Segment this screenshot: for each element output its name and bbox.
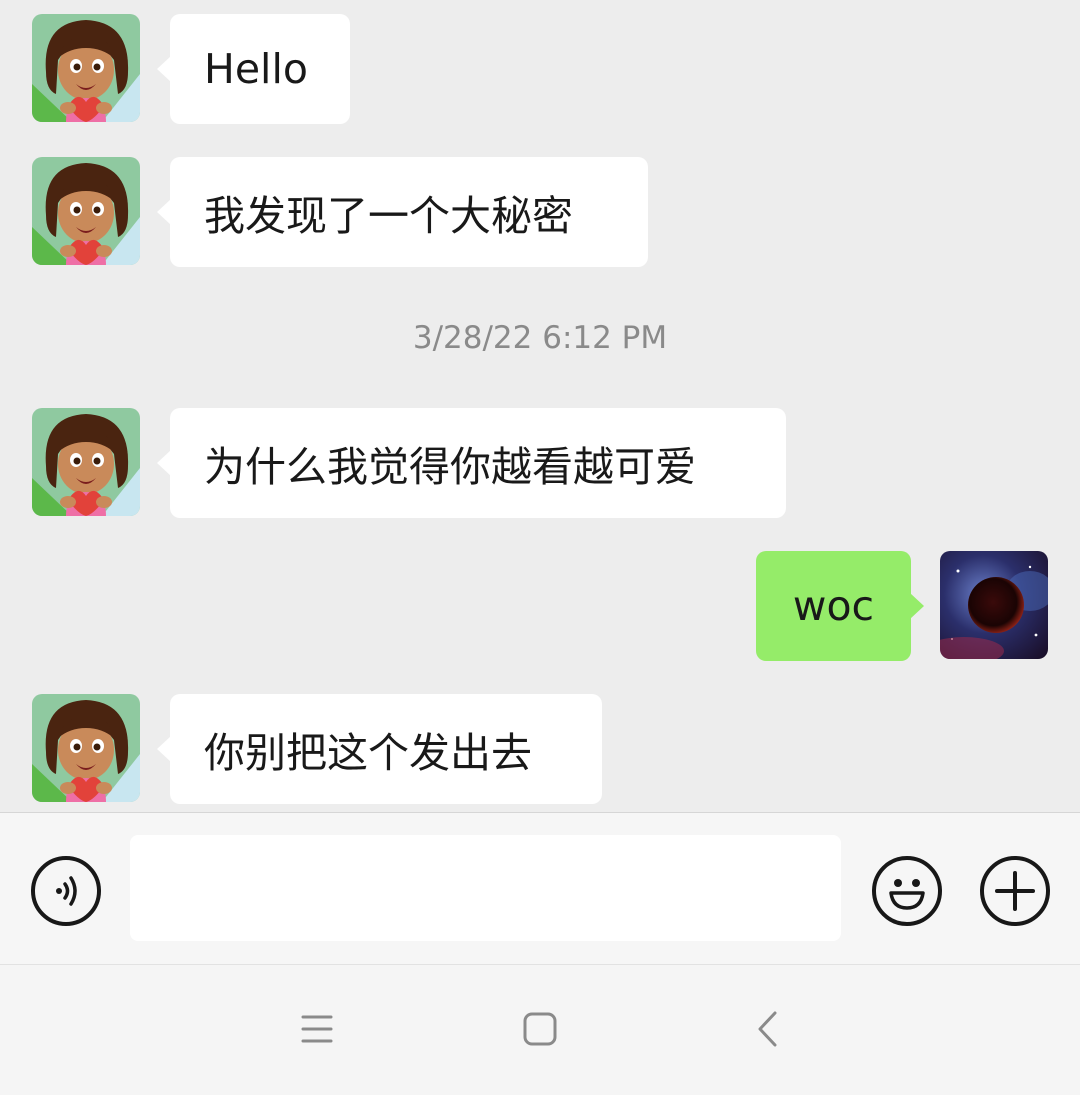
own-avatar[interactable] [940,551,1048,659]
incoming-message-bubble[interactable]: 为什么我觉得你越看越可爱 [157,408,786,518]
more-options-button[interactable] [980,856,1050,926]
incoming-message-bubble[interactable]: Hello [157,14,350,124]
menu-icon [301,1015,333,1043]
chat-message-area[interactable]: Hello 我发现了一个大秘密 3/28/22 6:12 PM 为什么我觉得你越… [0,0,1080,812]
home-button[interactable] [518,1007,562,1051]
incoming-message-bubble[interactable]: 我发现了一个大秘密 [157,157,648,267]
message-text: Hello [204,45,308,93]
contact-avatar[interactable] [32,14,140,122]
plus-icon [995,871,1035,911]
contact-avatar[interactable] [32,408,140,516]
message-text: 你别把这个发出去 [204,729,532,777]
back-icon [758,1011,777,1047]
voice-icon [56,876,77,906]
message-timestamp: 3/28/22 6:12 PM [412,320,668,356]
message-text: 我发现了一个大秘密 [204,192,573,240]
message-input[interactable] [130,835,841,941]
galaxy-planet-avatar-icon [940,551,1048,659]
voice-button[interactable] [31,856,101,926]
home-icon [523,1012,557,1046]
cartoon-girl-avatar-icon [32,157,140,265]
system-navigation-bar [0,964,1080,1095]
message-input-bar [0,812,1080,964]
cartoon-girl-avatar-icon [32,408,140,516]
contact-avatar[interactable] [32,157,140,265]
contact-avatar[interactable] [32,694,140,802]
back-button[interactable] [746,1007,790,1051]
incoming-message-bubble[interactable]: 你别把这个发出去 [157,694,602,804]
cartoon-girl-avatar-icon [32,694,140,802]
emoji-button[interactable] [872,856,942,926]
message-text: woc [792,582,875,630]
outgoing-message-bubble[interactable]: woc [756,551,924,661]
cartoon-girl-avatar-icon [32,14,140,122]
message-text: 为什么我觉得你越看越可爱 [204,443,696,491]
emoji-icon [889,879,925,910]
menu-button[interactable] [295,1007,339,1051]
